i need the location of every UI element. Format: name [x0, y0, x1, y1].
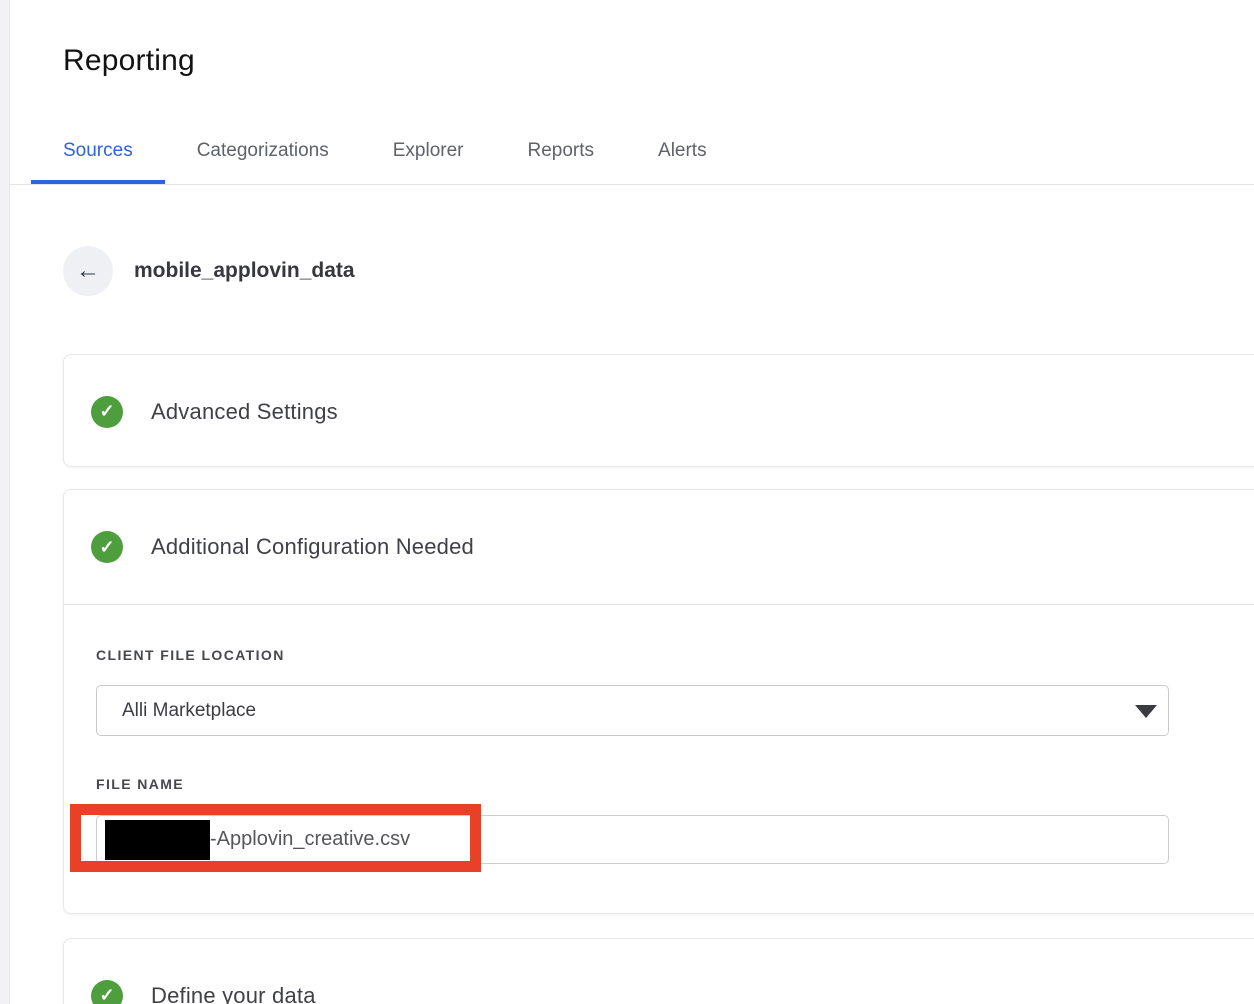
card-advanced-settings: ✓ Advanced Settings	[63, 354, 1254, 467]
check-icon: ✓	[91, 531, 123, 563]
section-title: Define your data	[151, 982, 316, 1004]
tab-sources[interactable]: Sources	[31, 117, 165, 184]
redaction-box	[105, 819, 210, 860]
tab-label: Reports	[527, 139, 595, 161]
card-additional-configuration: ✓ Additional Configuration Needed CLIENT…	[63, 489, 1254, 914]
file-name-label: FILE NAME	[96, 776, 185, 792]
additional-configuration-form: CLIENT FILE LOCATION Alli Marketplace FI…	[64, 648, 1254, 913]
tab-categorizations[interactable]: Categorizations	[165, 117, 361, 184]
left-gutter	[0, 0, 10, 1004]
card-header-advanced-settings[interactable]: ✓ Advanced Settings	[64, 355, 1254, 468]
reporting-page: Reporting Sources Categorizations Explor…	[10, 0, 1254, 1004]
tab-bar: Sources Categorizations Explorer Reports…	[10, 117, 1254, 185]
page-title: Reporting	[63, 44, 195, 77]
card-divider	[64, 604, 1254, 605]
tab-label: Alerts	[658, 139, 707, 161]
tab-alerts[interactable]: Alerts	[626, 117, 739, 184]
source-header: ← mobile_applovin_data	[63, 246, 1254, 296]
section-title: Additional Configuration Needed	[151, 534, 474, 559]
source-title: mobile_applovin_data	[134, 259, 355, 282]
card-define-your-data: ✓ Define your data	[63, 938, 1254, 1004]
card-header-define-your-data[interactable]: ✓ Define your data	[64, 939, 1254, 1004]
client-file-location-label: CLIENT FILE LOCATION	[96, 647, 285, 663]
select-value: Alli Marketplace	[122, 699, 257, 721]
section-title: Advanced Settings	[151, 398, 338, 424]
check-glyph: ✓	[99, 401, 115, 421]
file-name-input[interactable]: -Applovin_creative.csv	[96, 815, 1169, 864]
tab-label: Sources	[63, 139, 133, 161]
check-icon: ✓	[91, 979, 123, 1004]
client-file-location-select[interactable]: Alli Marketplace	[96, 685, 1169, 736]
tab-label: Explorer	[392, 139, 464, 161]
chevron-down-icon	[1135, 704, 1157, 718]
check-icon: ✓	[91, 395, 123, 428]
tab-label: Categorizations	[196, 139, 329, 161]
card-header-additional-configuration[interactable]: ✓ Additional Configuration Needed	[64, 490, 1254, 604]
check-glyph: ✓	[99, 536, 115, 557]
tab-explorer[interactable]: Explorer	[361, 117, 496, 184]
arrow-left-icon: ←	[76, 257, 100, 284]
file-name-value: -Applovin_creative.csv	[210, 828, 411, 850]
tab-reports[interactable]: Reports	[495, 117, 626, 184]
back-button[interactable]: ←	[63, 246, 113, 296]
check-glyph: ✓	[99, 985, 115, 1004]
